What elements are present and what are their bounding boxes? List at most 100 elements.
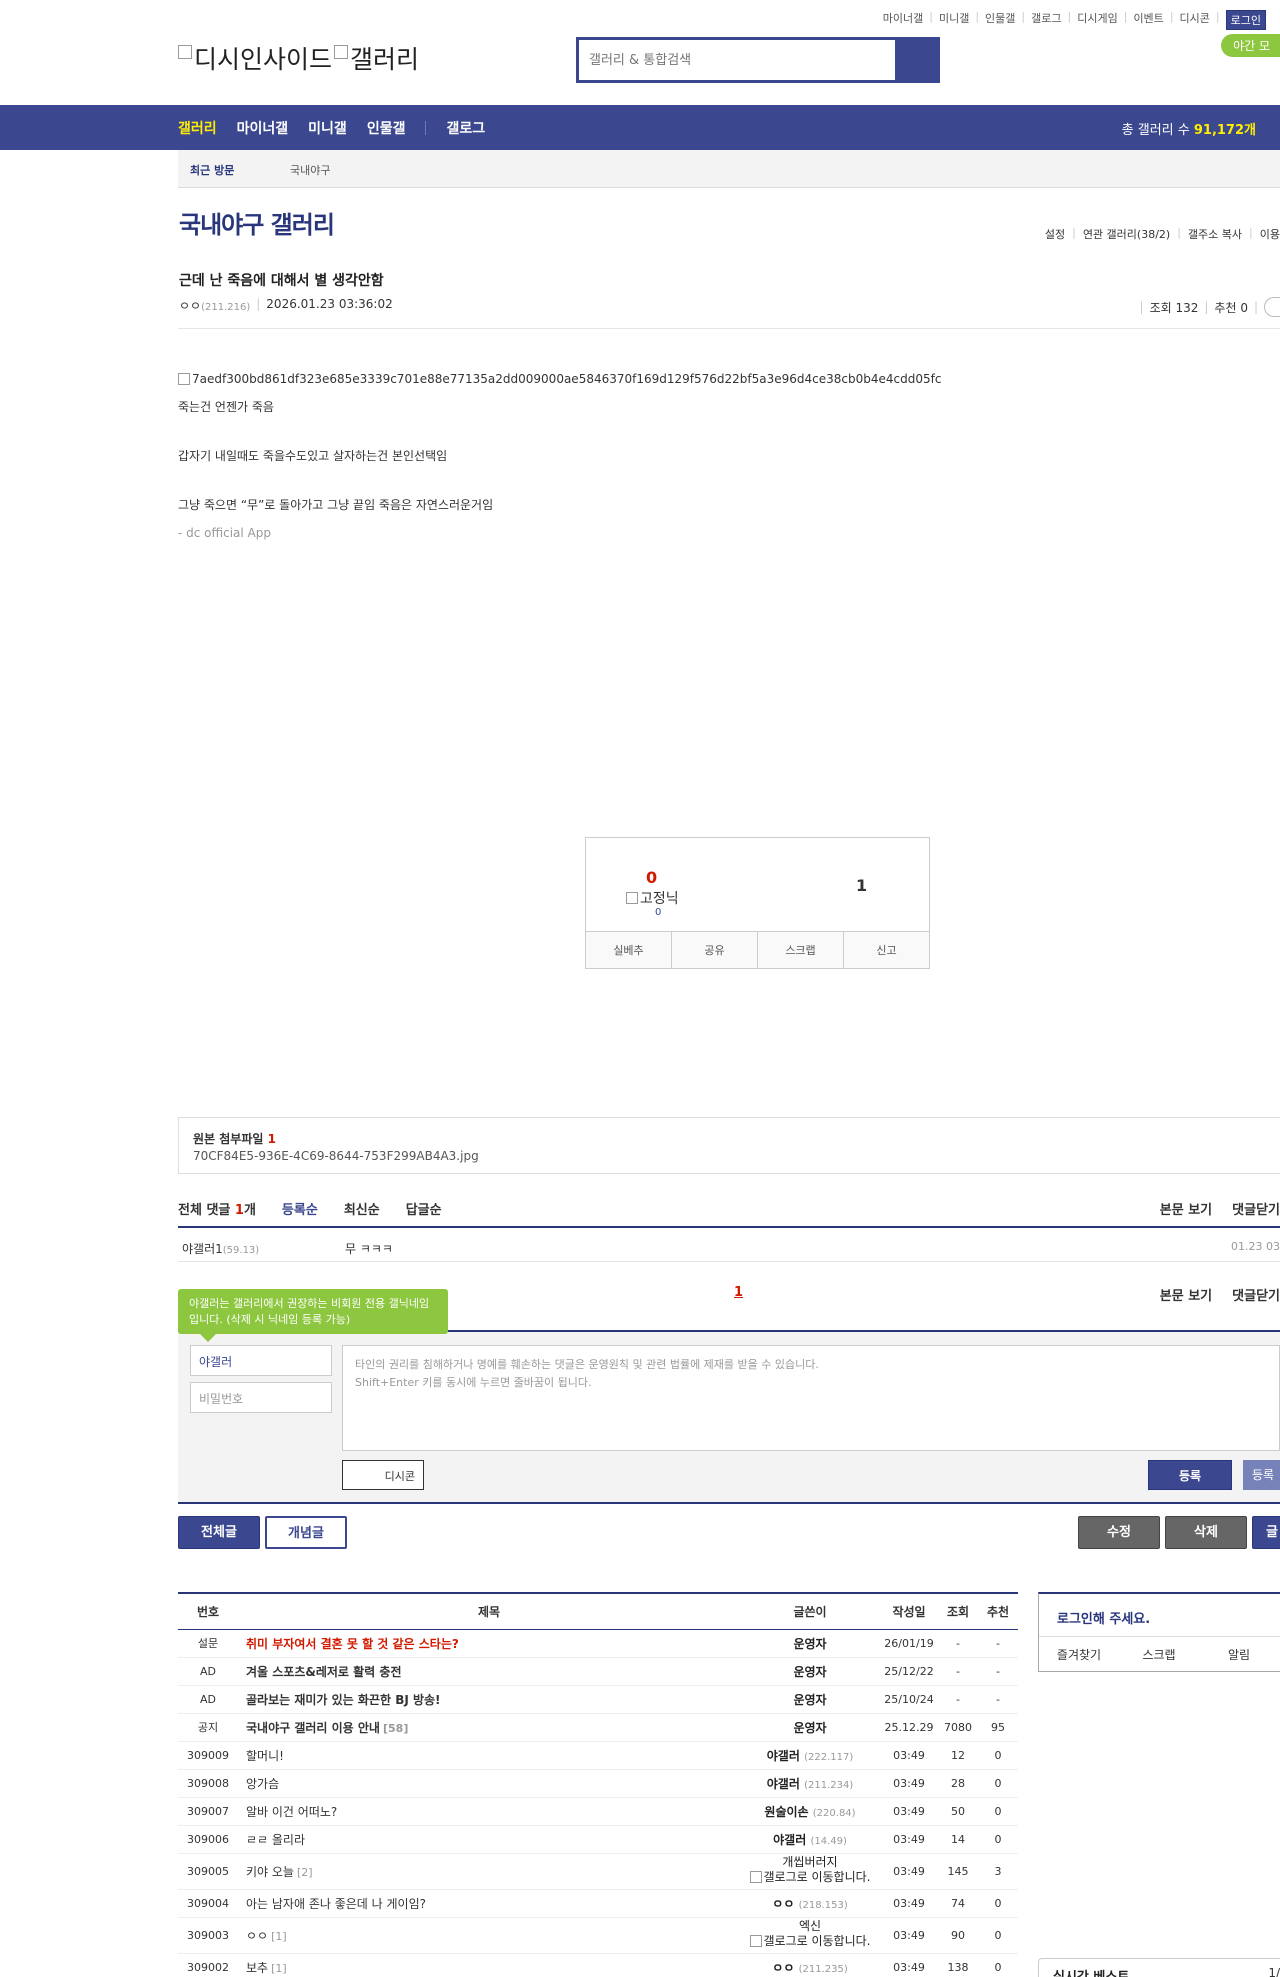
- post-writer[interactable]: 원술이손 (220.84): [740, 1797, 880, 1826]
- post-writer[interactable]: ㅇㅇ (218.153): [740, 1889, 880, 1918]
- gallery-tool[interactable]: 갤주소 복사: [1188, 226, 1242, 242]
- post-image[interactable]: 7aedf300bd861df323e685e3339c701e88e77135…: [178, 372, 941, 386]
- night-mode-toggle[interactable]: 야간 모: [1221, 34, 1280, 57]
- table-row[interactable]: AD 골라보는 재미가 있는 화끈한 BJ 방송! 운영자 25/10/24- -: [178, 1685, 1018, 1714]
- post-writer[interactable]: 야갤러 (211.234): [740, 1769, 880, 1798]
- post-title-link[interactable]: 앙가슴: [238, 1769, 740, 1798]
- table-row[interactable]: 309004 아는 남자애 존나 좋은데 나 게이임? ㅇㅇ (218.153) 03…: [178, 1889, 1018, 1918]
- post-writer[interactable]: 야갤러 (222.117): [740, 1741, 880, 1770]
- gallery-tool[interactable]: 이용: [1260, 226, 1280, 242]
- gnb-item[interactable]: 갤로그: [446, 118, 485, 138]
- register-button[interactable]: 등록: [1148, 1460, 1232, 1490]
- post-views: 50: [938, 1797, 978, 1826]
- gnb-item[interactable]: 미니갤: [308, 118, 347, 138]
- writer-ip: (218.153): [798, 1899, 848, 1911]
- post-writer[interactable]: 개씹버러지 갤로그로 이동합니다.: [740, 1853, 880, 1890]
- gallog-link[interactable]: 갤로그로 이동합니다.: [749, 1870, 871, 1885]
- password-input[interactable]: 비밀번호: [190, 1382, 332, 1413]
- downvote-count[interactable]: 1: [856, 876, 867, 895]
- login-prompt[interactable]: 로그인해 주세요.: [1057, 1608, 1150, 1627]
- comment-author[interactable]: 야갤러1(59.13): [182, 1240, 259, 1257]
- post-author[interactable]: ㅇㅇ(211.216): [179, 297, 250, 314]
- table-row[interactable]: 309005 키야 오늘 [2] 개씹버러지 갤로그로 이동합니다. 03:49 145 3: [178, 1853, 1018, 1890]
- view-body-button[interactable]: 본문 보기: [1160, 1285, 1212, 1304]
- recent-item[interactable]: 국내야구: [290, 162, 330, 178]
- top-menu-item[interactable]: 인물갤: [985, 10, 1015, 30]
- best-recommend-button[interactable]: 실베추: [586, 932, 672, 968]
- post-writer[interactable]: ㅇㅇ (211.235): [740, 1953, 880, 1977]
- register-recommend-button[interactable]: 등록: [1243, 1460, 1280, 1490]
- post-title-link[interactable]: 골라보는 재미가 있는 화끈한 BJ 방송!: [238, 1685, 740, 1714]
- search-button[interactable]: [895, 40, 937, 80]
- share-circle-button[interactable]: [1264, 297, 1280, 317]
- table-row[interactable]: 공지 국내야구 갤러리 이용 안내 [58] 운영자 25.12.29 7080 95: [178, 1713, 1018, 1742]
- table-row[interactable]: 309006 ㄹㄹ 올리라 야갤러 (14.49) 03:49 14 0: [178, 1825, 1018, 1854]
- sort-registered[interactable]: 등록순: [282, 1199, 318, 1218]
- table-row[interactable]: 309002 보추 [1] ㅇㅇ (211.235) 03:49 138 0: [178, 1953, 1018, 1977]
- post-title-link[interactable]: 키야 오늘 [2]: [238, 1853, 740, 1890]
- scrap-list-button[interactable]: 스크랩: [1119, 1637, 1199, 1672]
- top-menu-item[interactable]: 미니갤: [939, 10, 969, 30]
- top-menu-item[interactable]: 디시콘: [1180, 10, 1210, 30]
- post-title-link[interactable]: 국내야구 갤러리 이용 안내 [58]: [238, 1713, 740, 1742]
- post-writer[interactable]: 운영자: [740, 1657, 880, 1686]
- post-title-link[interactable]: 알바 이건 어떠노?: [238, 1797, 740, 1826]
- edit-button[interactable]: 수정: [1078, 1516, 1160, 1549]
- close-comments-button[interactable]: 댓글닫기: [1232, 1285, 1280, 1304]
- dccon-button[interactable]: 디시콘: [342, 1460, 424, 1490]
- gallery-title[interactable]: 국내야구 갤러리: [179, 205, 335, 240]
- all-posts-button[interactable]: 전체글: [178, 1516, 260, 1549]
- nickname-input[interactable]: 야갤러: [190, 1345, 332, 1376]
- table-row[interactable]: 309009 할머니! 야갤러 (222.117) 03:49 12 0: [178, 1741, 1018, 1770]
- gallog-link[interactable]: 갤로그로 이동합니다.: [749, 1934, 871, 1949]
- comment-textarea[interactable]: 타인의 권리를 침해하거나 명예를 훼손하는 댓글은 운영원칙 및 관련 법률에…: [342, 1345, 1280, 1451]
- notification-button[interactable]: 알림: [1199, 1637, 1279, 1672]
- favorites-button[interactable]: 즐겨찾기: [1039, 1637, 1119, 1672]
- login-button[interactable]: 로그인: [1225, 10, 1266, 30]
- write-button[interactable]: 글: [1252, 1516, 1280, 1549]
- top-menu-item[interactable]: 갤로그: [1031, 10, 1061, 30]
- table-row[interactable]: AD 겨울 스포츠&레저로 활력 충전 운영자 25/12/22- -: [178, 1657, 1018, 1686]
- post-writer[interactable]: 엑신 갤로그로 이동합니다.: [740, 1917, 880, 1954]
- delete-button[interactable]: 삭제: [1165, 1516, 1247, 1549]
- top-menu-item[interactable]: 디시게임: [1077, 10, 1117, 30]
- upvote-button[interactable]: [586, 838, 731, 933]
- post-title-link[interactable]: 보추 [1]: [238, 1953, 740, 1977]
- post-title-link[interactable]: 겨울 스포츠&레저로 활력 충전: [238, 1657, 740, 1686]
- top-menu-item[interactable]: 이벤트: [1133, 10, 1163, 30]
- top-menu-item[interactable]: 마이너갤: [883, 10, 923, 30]
- comment-page-1[interactable]: 1: [734, 1285, 743, 1300]
- site-logo[interactable]: 디시인사이드 갤러리: [178, 40, 419, 76]
- concept-posts-button[interactable]: 개념글: [265, 1516, 347, 1549]
- report-button[interactable]: 신고: [844, 932, 929, 968]
- post-writer[interactable]: 야갤러 (14.49): [740, 1825, 880, 1854]
- post-writer[interactable]: 운영자: [740, 1685, 880, 1714]
- sort-latest[interactable]: 최신순: [344, 1199, 380, 1218]
- post-title-link[interactable]: ㅇㅇ [1]: [238, 1917, 740, 1954]
- table-row[interactable]: 309007 알바 이건 어떠노? 원술이손 (220.84) 03:49 50 0: [178, 1797, 1018, 1826]
- table-row[interactable]: 설문 취미 부자여서 결혼 못 할 것 같은 스타는? 운영자 26/01/19- -: [178, 1629, 1018, 1658]
- post-title-link[interactable]: 취미 부자여서 결혼 못 할 것 같은 스타는?: [238, 1629, 740, 1658]
- writer-name: 야갤러: [766, 1776, 800, 1791]
- close-comments-button[interactable]: 댓글닫기: [1232, 1199, 1280, 1218]
- post-writer[interactable]: 운영자: [740, 1713, 880, 1742]
- post-title-link[interactable]: ㄹㄹ 올리라: [238, 1825, 740, 1854]
- attachment-file[interactable]: 70CF84E5-936E-4C69-8644-753F299AB4A3.jpg: [193, 1149, 479, 1163]
- sort-reply[interactable]: 답글순: [406, 1199, 442, 1218]
- gallery-tool[interactable]: 연관 갤러리(38/2): [1083, 226, 1170, 242]
- post-title-link[interactable]: 할머니!: [238, 1741, 740, 1770]
- gallery-tool[interactable]: 설정: [1045, 226, 1065, 242]
- gnb-item[interactable]: 갤러리: [178, 118, 217, 138]
- table-row[interactable]: 309003 ㅇㅇ [1] 엑신 갤로그로 이동합니다. 03:49 90 0: [178, 1917, 1018, 1954]
- divider-line: [178, 328, 1280, 329]
- table-row[interactable]: 309008 앙가슴 야갤러 (211.234) 03:49 28 0: [178, 1769, 1018, 1798]
- view-body-button[interactable]: 본문 보기: [1160, 1199, 1212, 1218]
- gnb-item[interactable]: 마이너갤: [237, 118, 289, 138]
- gnb-item[interactable]: 인물갤: [367, 118, 406, 138]
- share-button[interactable]: 공유: [672, 932, 758, 968]
- scrap-button[interactable]: 스크랩: [758, 932, 844, 968]
- search-input[interactable]: [579, 40, 879, 80]
- comment-count-value: 1: [234, 1203, 244, 1218]
- post-writer[interactable]: 운영자: [740, 1629, 880, 1658]
- post-title-link[interactable]: 아는 남자애 존나 좋은데 나 게이임?: [238, 1889, 740, 1918]
